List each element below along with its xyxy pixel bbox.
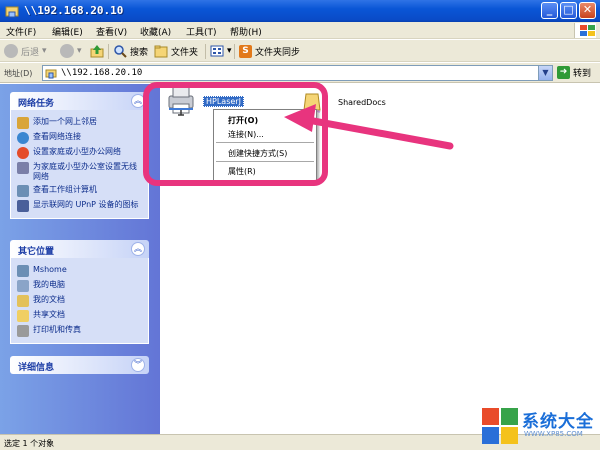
workgroup-icon <box>17 265 29 277</box>
home-network-icon <box>17 147 29 159</box>
search-icon <box>114 45 127 58</box>
network-tasks-header[interactable]: 网络任务 ︽ <box>10 92 149 110</box>
highlight-box <box>143 82 328 186</box>
folders-label: 文件夹 <box>171 47 199 58</box>
my-documents-icon <box>17 295 29 307</box>
go-label: 转到 <box>573 69 592 79</box>
folder-up-icon <box>90 45 104 58</box>
menu-view[interactable]: 查看(V) <box>96 25 127 38</box>
watermark: 系统大全 WWW.XP85.COM <box>480 404 600 450</box>
wireless-network-icon <box>17 162 29 174</box>
shared-folder-icon <box>17 310 29 322</box>
place-label: Mshome <box>33 265 67 274</box>
details-panel: 详细信息 ︾ <box>10 356 149 374</box>
back-button[interactable]: 后退 ▾ <box>4 43 47 59</box>
network-connections-icon <box>17 132 29 144</box>
task-add-network-place[interactable]: 添加一个网上邻居 <box>17 117 142 129</box>
back-label: 后退 <box>21 47 40 58</box>
address-dropdown-button[interactable]: ▼ <box>538 66 552 80</box>
views-icon <box>210 45 224 57</box>
watermark-brand: 系统大全 <box>522 412 594 432</box>
windows-logo-icon <box>574 23 596 38</box>
printer-icon <box>17 325 29 337</box>
chevron-down-icon: ▾ <box>77 46 82 56</box>
menu-edit[interactable]: 编辑(E) <box>52 25 83 38</box>
go-button[interactable]: ➜ 转到 <box>557 66 591 79</box>
task-label: 显示联网的 UPnP 设备的图标 <box>33 200 139 209</box>
task-label: 查看工作组计算机 <box>33 185 97 194</box>
task-show-upnp[interactable]: 显示联网的 UPnP 设备的图标 <box>17 200 142 212</box>
workgroup-computers-icon <box>17 185 29 197</box>
address-label: 地址(D) <box>4 69 33 78</box>
window-title: \\192.168.20.10 <box>24 4 124 17</box>
forward-arrow-icon <box>60 44 74 58</box>
menu-tools[interactable]: 工具(T) <box>186 25 217 38</box>
search-label: 搜索 <box>130 47 149 58</box>
task-setup-home-network[interactable]: 设置家庭或小型办公网络 <box>17 147 142 159</box>
other-places-title: 其它位置 <box>18 247 55 257</box>
place-label: 我的电脑 <box>33 280 65 289</box>
details-header[interactable]: 详细信息 ︾ <box>10 356 149 374</box>
task-label: 查看网络连接 <box>33 132 81 141</box>
back-arrow-icon <box>4 44 18 58</box>
task-label: 设置家庭或小型办公网络 <box>33 147 121 156</box>
add-network-place-icon <box>17 117 29 129</box>
menu-help[interactable]: 帮助(H) <box>230 25 262 38</box>
task-view-workgroup[interactable]: 查看工作组计算机 <box>17 185 142 197</box>
windows-logo-icon <box>482 408 518 444</box>
forward-button[interactable]: ▾ <box>60 43 82 59</box>
menu-bar: 文件(F) 编辑(E) 查看(V) 收藏(A) 工具(T) 帮助(H) <box>0 22 600 39</box>
other-places-header[interactable]: 其它位置 ︽ <box>10 240 149 258</box>
collapse-chevron-icon[interactable]: ︽ <box>131 242 145 256</box>
sync-icon: S <box>239 44 252 58</box>
up-button[interactable] <box>90 43 104 59</box>
shared-docs-label[interactable]: SharedDocs <box>338 98 386 107</box>
other-places-panel: 其它位置 ︽ Mshome 我的电脑 我的文档 共享文档 打印机和传真 <box>10 240 149 344</box>
network-folder-icon <box>45 69 57 79</box>
maximize-button[interactable]: □ <box>560 2 577 19</box>
chevron-down-icon: ▾ <box>227 46 232 56</box>
folders-icon <box>154 45 168 58</box>
watermark-url: WWW.XP85.COM <box>524 430 583 438</box>
place-my-documents[interactable]: 我的文档 <box>17 295 142 307</box>
place-mshome[interactable]: Mshome <box>17 265 142 277</box>
place-label: 我的文档 <box>33 295 65 304</box>
go-arrow-icon: ➜ <box>557 66 570 79</box>
minimize-button[interactable]: _ <box>541 2 558 19</box>
folders-button[interactable]: 文件夹 <box>154 43 198 59</box>
toolbar: 后退 ▾ ▾ 搜索 文件夹 ▾ S 文件夹同步 <box>0 40 600 62</box>
task-view-connections[interactable]: 查看网络连接 <box>17 132 142 144</box>
place-label: 打印机和传真 <box>33 325 81 334</box>
menu-file[interactable]: 文件(F) <box>6 25 36 38</box>
place-label: 共享文档 <box>33 310 65 319</box>
expand-chevron-icon[interactable]: ︾ <box>131 358 145 372</box>
task-setup-wireless[interactable]: 为家庭或小型办公室设置无线网络 <box>17 162 142 182</box>
address-input[interactable]: \\192.168.20.10 ▼ <box>42 65 553 81</box>
status-text: 选定 1 个对象 <box>4 439 55 448</box>
task-label: 为家庭或小型办公室设置无线网络 <box>33 162 137 181</box>
my-computer-icon <box>17 280 29 292</box>
network-tasks-panel: 网络任务 ︽ 添加一个网上邻居 查看网络连接 设置家庭或小型办公网络 为家庭或小… <box>10 92 149 219</box>
title-bar[interactable]: \\192.168.20.10 _ □ ✕ <box>0 0 600 22</box>
task-label: 添加一个网上邻居 <box>33 117 97 126</box>
network-tasks-title: 网络任务 <box>18 99 55 109</box>
task-pane: 网络任务 ︽ 添加一个网上邻居 查看网络连接 设置家庭或小型办公网络 为家庭或小… <box>0 84 160 434</box>
chevron-down-icon: ▾ <box>42 46 47 56</box>
place-printers-faxes[interactable]: 打印机和传真 <box>17 325 142 337</box>
place-my-computer[interactable]: 我的电脑 <box>17 280 142 292</box>
network-folder-icon <box>5 6 19 18</box>
search-button[interactable]: 搜索 <box>113 43 148 59</box>
menu-favorites[interactable]: 收藏(A) <box>140 25 171 38</box>
details-title: 详细信息 <box>18 363 55 373</box>
sync-label: 文件夹同步 <box>255 47 301 58</box>
views-button[interactable]: ▾ <box>210 43 232 59</box>
upnp-device-icon <box>17 200 29 212</box>
place-shared-documents[interactable]: 共享文档 <box>17 310 142 322</box>
close-button[interactable]: ✕ <box>579 2 596 19</box>
address-bar: 地址(D) \\192.168.20.10 ▼ ➜ 转到 <box>0 63 600 83</box>
folder-sync-button[interactable]: S 文件夹同步 <box>239 43 300 59</box>
address-value: \\192.168.20.10 <box>61 68 143 78</box>
